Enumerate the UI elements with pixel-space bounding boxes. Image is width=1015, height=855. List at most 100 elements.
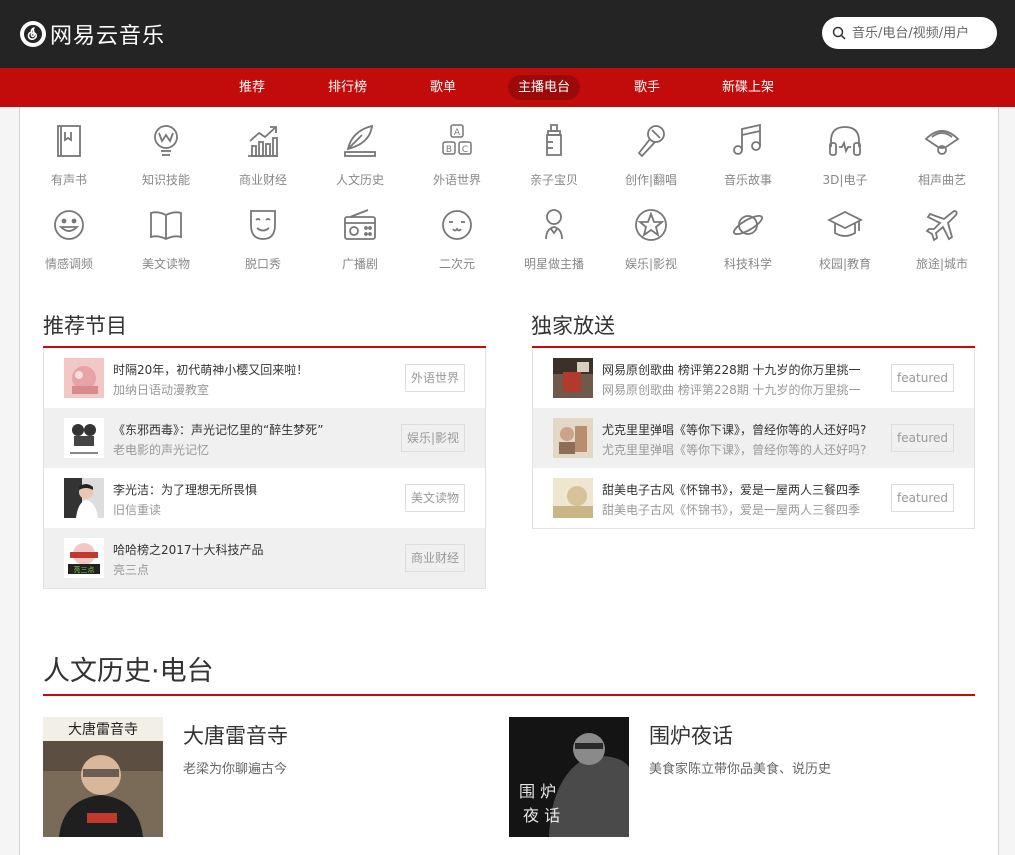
logo-text: 网易云音乐 [50, 24, 166, 49]
radio-icon [344, 209, 376, 240]
category-emotion[interactable]: 情感调频 [24, 207, 114, 272]
svg-text:C: C [462, 145, 468, 155]
program-thumbnail[interactable] [64, 418, 104, 458]
category-label: 明星做主播 [523, 257, 584, 271]
program-radio[interactable]: 加纳日语动漫教室 [113, 381, 209, 398]
program-title[interactable]: 时隔20年，初代萌神小樱又回来啦！ [113, 361, 308, 378]
category-label: 校园|教育 [818, 257, 872, 271]
category-science[interactable]: 科技科学 [703, 207, 793, 272]
category-label: 创作|翻唱 [624, 173, 678, 187]
category-radio-drama[interactable]: 广播剧 [315, 207, 405, 272]
list-item[interactable]: 李光洁：为了理想无所畏惧 旧信重读 美文读物 [44, 468, 485, 528]
category-label: 商业财经 [238, 173, 287, 187]
tab-djradio[interactable]: 主播电台 [508, 75, 581, 100]
category-label: 旅途|城市 [915, 257, 969, 271]
radio-name[interactable]: 围炉夜话 [649, 720, 733, 750]
program-title[interactable]: 哈哈榜之2017十大科技产品 [113, 541, 264, 558]
tab-new-album[interactable]: 新碟上架 [712, 75, 784, 100]
category-acg[interactable]: 二次元 [412, 207, 502, 272]
category-education[interactable]: 校园|教育 [800, 207, 890, 272]
category-foreign-language[interactable]: ABC 外语世界 [412, 123, 502, 188]
recommended-list: 时隔20年，初代萌神小樱又回来啦！ 加纳日语动漫教室 外语世界 《东邪西毒》：声… [43, 348, 486, 589]
program-title[interactable]: 尤克里里弹唱《等你下课》，曾经你等的人还好吗? [602, 421, 866, 438]
category-cover-songs[interactable]: 创作|翻唱 [606, 123, 696, 188]
program-thumbnail[interactable] [64, 478, 104, 518]
program-thumbnail[interactable] [64, 358, 104, 398]
tab-artist[interactable]: 歌手 [624, 75, 670, 100]
category-reading[interactable]: 美文读物 [121, 207, 211, 272]
category-label: 人文历史 [335, 173, 384, 187]
radio-cover-datang[interactable]: 大唐雷音寺 [43, 717, 163, 837]
svg-text:亮三点: 亮三点 [74, 565, 95, 574]
search-input[interactable] [852, 25, 992, 41]
program-radio[interactable]: 网易原创歌曲 榜评第228期 十九岁的你万里挑一 [602, 381, 861, 398]
lightbulb-icon [154, 125, 178, 156]
fan-icon [924, 130, 960, 155]
radio-name[interactable]: 大唐雷音寺 [183, 720, 288, 750]
tab-playlist[interactable]: 歌单 [420, 75, 466, 100]
category-tag[interactable]: 商业财经 [404, 544, 465, 572]
microphone-icon [637, 125, 665, 158]
program-thumbnail[interactable] [553, 418, 593, 458]
program-radio[interactable]: 旧信重读 [113, 501, 161, 518]
tab-toplist[interactable]: 排行榜 [318, 75, 377, 100]
featured-tag: featured [891, 484, 954, 512]
headphones-icon [829, 126, 861, 156]
program-radio[interactable]: 老电影的声光记忆 [113, 441, 209, 458]
category-crosstalk[interactable]: 相声曲艺 [897, 123, 987, 188]
category-tag[interactable]: 美文读物 [404, 484, 465, 512]
category-history[interactable]: 人文历史 [315, 123, 405, 188]
music-note-icon [733, 123, 761, 155]
category-label: 脱口秀 [244, 257, 281, 271]
program-radio[interactable]: 甜美电子古风《怀锦书》，爱是一屋两人三餐四季 [602, 501, 860, 518]
category-talkshow[interactable]: 脱口秀 [218, 207, 308, 272]
program-thumbnail[interactable]: 亮三点 [64, 538, 104, 578]
radio-description: 美食家陈立带你品美食、说历史 [649, 762, 832, 777]
svg-text:B: B [446, 145, 452, 155]
program-title[interactable]: 《东邪西毒》：声光记忆里的“醉生梦死” [113, 421, 323, 438]
category-knowledge[interactable]: 知识技能 [121, 123, 211, 188]
search-icon [832, 26, 846, 40]
exclusive-title: 独家放送 [531, 314, 615, 338]
logo[interactable]: 网易云音乐 [20, 18, 165, 50]
category-celebrity[interactable]: 明星做主播 [509, 207, 599, 272]
category-entertainment[interactable]: 娱乐|影视 [606, 207, 696, 272]
category-finance[interactable]: 商业财经 [218, 123, 308, 188]
program-radio[interactable]: 尤克里里弹唱《等你下课》，曾经你等的人还好吗? [602, 441, 866, 458]
category-travel[interactable]: 旅途|城市 [897, 207, 987, 272]
list-item[interactable]: 《东邪西毒》：声光记忆里的“醉生梦死” 老电影的声光记忆 娱乐|影视 [44, 408, 485, 468]
list-item[interactable]: 时隔20年，初代萌神小樱又回来啦！ 加纳日语动漫教室 外语世界 [44, 348, 485, 408]
list-item[interactable]: 尤克里里弹唱《等你下课》，曾经你等的人还好吗? 尤克里里弹唱《等你下课》，曾经你… [533, 408, 974, 468]
category-label: 音乐故事 [723, 173, 772, 187]
list-item[interactable]: 甜美电子古风《怀锦书》，爱是一屋两人三餐四季 甜美电子古风《怀锦书》，爱是一屋两… [533, 468, 974, 528]
category-audiobook[interactable]: 有声书 [24, 123, 114, 188]
category-electronic[interactable]: 3D|电子 [800, 123, 890, 188]
radio-cover-weilu[interactable]: 围 炉 夜 话 [509, 717, 629, 837]
search-box[interactable] [822, 17, 997, 49]
person-icon [545, 209, 563, 240]
category-tag[interactable]: 外语世界 [404, 364, 465, 392]
program-title[interactable]: 甜美电子古风《怀锦书》，爱是一屋两人三餐四季 [602, 481, 860, 498]
program-thumbnail[interactable] [553, 478, 593, 518]
tab-recommend[interactable]: 推荐 [229, 75, 275, 100]
featured-tag: featured [891, 424, 954, 452]
main-content: 有声书 知识技能 商业财经 人文历史 ABC 外语世界 亲子宝贝 创作|翻唱 音… [19, 107, 999, 855]
svg-text:围 炉: 围 炉 [519, 782, 556, 801]
program-title[interactable]: 李光洁：为了理想无所畏惧 [113, 481, 257, 498]
program-radio[interactable]: 亮三点 [113, 561, 149, 578]
list-item[interactable]: 网易原创歌曲 榜评第228期 十九岁的你万里挑一 网易原创歌曲 榜评第228期 … [533, 348, 974, 408]
open-book-icon [150, 211, 182, 241]
category-tag[interactable]: 娱乐|影视 [400, 424, 465, 452]
svg-text:A: A [454, 128, 461, 138]
recommended-title: 推荐节目 [43, 314, 127, 338]
category-kids[interactable]: 亲子宝贝 [509, 123, 599, 188]
chart-icon [248, 126, 278, 157]
list-item[interactable]: 亮三点 哈哈榜之2017十大科技产品 亮三点 商业财经 [44, 528, 485, 588]
abc-blocks-icon: AB C [442, 124, 472, 155]
category-label: 知识技能 [141, 173, 190, 187]
category-music-story[interactable]: 音乐故事 [703, 123, 793, 188]
program-title[interactable]: 网易原创歌曲 榜评第228期 十九岁的你万里挑一 [602, 361, 861, 378]
graduation-cap-icon [827, 210, 863, 237]
program-thumbnail[interactable] [553, 358, 593, 398]
top-bar: 网易云音乐 [0, 0, 1015, 68]
